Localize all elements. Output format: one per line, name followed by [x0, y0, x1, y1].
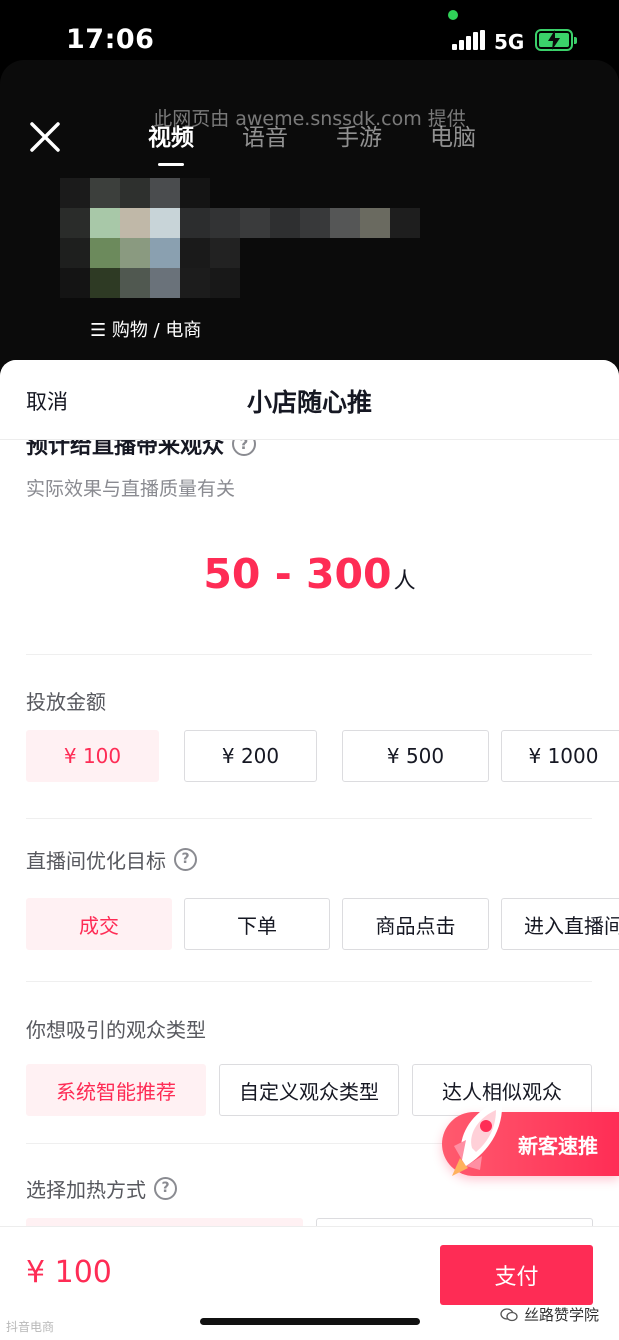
divider	[26, 818, 592, 819]
live-category: ☰ 购物 / 电商	[90, 320, 202, 341]
budget-option-200[interactable]: ¥ 200	[184, 730, 317, 782]
total-price: ¥ 100	[26, 1255, 112, 1290]
audience-option-custom[interactable]: 自定义观众类型	[219, 1064, 399, 1116]
tab-pc[interactable]: 电脑	[430, 118, 476, 152]
sheet-content[interactable]: 预计给直播带来观众 ? 实际效果与直播质量有关 50 - 300人 投放金额 ¥…	[0, 440, 619, 1226]
pay-button[interactable]: 支付	[440, 1245, 593, 1305]
heating-title-text: 选择加热方式	[26, 1178, 146, 1202]
audience-title: 你想吸引的观众类型	[26, 1014, 206, 1043]
estimate-label-text: 预计给直播带来观众	[26, 440, 225, 459]
home-indicator[interactable]	[200, 1318, 420, 1325]
network-type: 5G	[494, 30, 525, 54]
help-circle-icon[interactable]: ?	[174, 848, 197, 871]
goal-option-enter-live[interactable]: 进入直播间	[501, 898, 619, 950]
audience-title-text: 你想吸引的观众类型	[26, 1018, 206, 1042]
estimate-label: 预计给直播带来观众 ?	[26, 440, 257, 460]
rocket-icon	[452, 1100, 503, 1176]
watermark-left: 抖音电商	[6, 1320, 55, 1334]
audience-option-smart[interactable]: 系统智能推荐	[26, 1064, 206, 1116]
watermark-right: 丝路赞学院	[500, 1304, 599, 1325]
category-tabs: 视频 语音 手游 电脑	[148, 118, 524, 166]
heating-option-1[interactable]	[26, 1218, 303, 1226]
budget-option-100[interactable]: ¥ 100	[26, 730, 159, 782]
close-icon[interactable]	[28, 120, 62, 154]
goal-option-order[interactable]: 下单	[184, 898, 330, 950]
heating-option-2[interactable]	[316, 1218, 593, 1226]
divider	[26, 981, 592, 982]
budget-title: 投放金额	[26, 686, 106, 715]
status-time: 17:06	[66, 24, 155, 55]
budget-option-500[interactable]: ¥ 500	[342, 730, 489, 782]
estimate-unit: 人	[393, 569, 416, 594]
goal-option-deal[interactable]: 成交	[26, 898, 172, 950]
battery-icon	[535, 29, 577, 51]
tab-voice[interactable]: 语音	[242, 118, 288, 152]
video-header: 此网页由 aweme.snssdk.com 提供 视频 语音 手游 电脑 ☰ 购…	[0, 60, 619, 370]
estimate-note: 实际效果与直播质量有关	[26, 478, 236, 500]
promo-label: 新客速推	[518, 1133, 598, 1158]
estimate-value: 50 - 300人	[0, 550, 619, 598]
tab-video[interactable]: 视频	[148, 118, 194, 166]
budget-option-1000[interactable]: ¥ 1000	[501, 730, 619, 782]
promotion-sheet: 取消 小店随心推 预计给直播带来观众 ? 实际效果与直播质量有关 50 - 30…	[0, 360, 619, 1340]
wechat-icon	[500, 1307, 518, 1321]
divider	[26, 654, 592, 655]
heating-title: 选择加热方式 ?	[26, 1174, 177, 1203]
mic-indicator-icon	[448, 10, 458, 20]
goal-title: 直播间优化目标 ?	[26, 845, 197, 874]
goal-title-text: 直播间优化目标	[26, 849, 166, 873]
watermark-right-text: 丝路赞学院	[524, 1306, 600, 1324]
help-circle-icon[interactable]: ?	[154, 1177, 177, 1200]
budget-title-text: 投放金额	[26, 690, 106, 714]
signal-icon	[452, 30, 486, 50]
new-customer-promo-button[interactable]: 新客速推	[442, 1100, 619, 1176]
estimate-range: 50 - 300	[203, 550, 392, 598]
sheet-title: 小店随心推	[246, 388, 372, 417]
tab-mobile-game[interactable]: 手游	[336, 118, 382, 152]
sheet-header: 取消 小店随心推	[0, 360, 619, 440]
goal-option-product-click[interactable]: 商品点击	[342, 898, 489, 950]
help-circle-icon[interactable]: ?	[232, 440, 257, 456]
